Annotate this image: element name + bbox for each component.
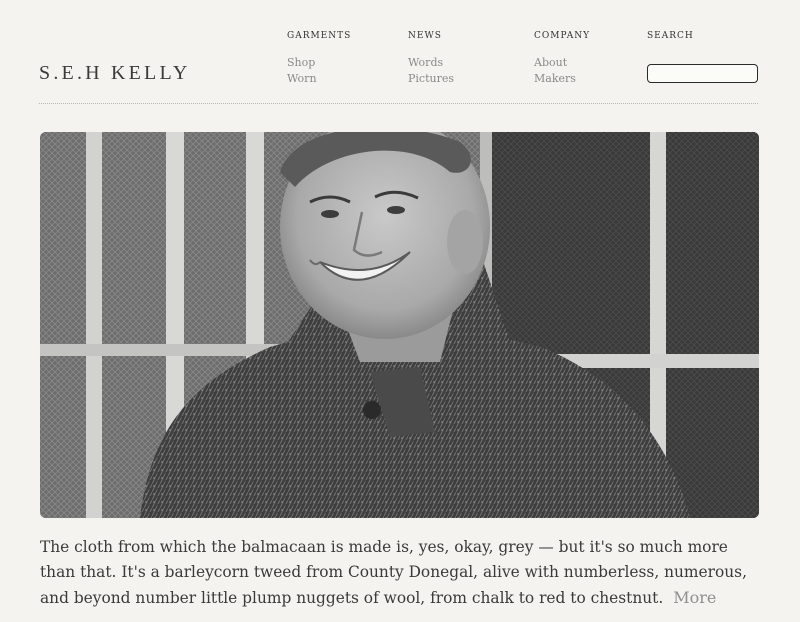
nav-search: SEARCH (647, 31, 694, 55)
nav-heading-company: COMPANY (534, 31, 591, 41)
hero-caption: The cloth from which the balmacaan is ma… (40, 535, 760, 611)
nav-company: COMPANY About Makers (534, 31, 590, 87)
nav-link-about[interactable]: About (534, 55, 590, 71)
hero-image (40, 132, 759, 518)
nav-link-worn[interactable]: Worn (287, 71, 351, 87)
brand-logo[interactable]: S.E.H KELLY (39, 62, 191, 85)
nav-link-pictures[interactable]: Pictures (408, 71, 454, 87)
nav-heading-news: NEWS (408, 31, 442, 41)
nav-heading-garments: GARMENTS (287, 31, 352, 41)
nav-link-shop[interactable]: Shop (287, 55, 351, 71)
nav-news: NEWS Words Pictures (408, 31, 454, 87)
nav-heading-search: SEARCH (647, 31, 694, 41)
nav-link-makers[interactable]: Makers (534, 71, 590, 87)
header-divider (39, 103, 758, 104)
more-link[interactable]: More (673, 588, 716, 607)
search-input[interactable] (647, 64, 758, 83)
nav-link-words[interactable]: Words (408, 55, 454, 71)
nav-garments: GARMENTS Shop Worn (287, 31, 351, 87)
caption-text: The cloth from which the balmacaan is ma… (40, 538, 747, 607)
